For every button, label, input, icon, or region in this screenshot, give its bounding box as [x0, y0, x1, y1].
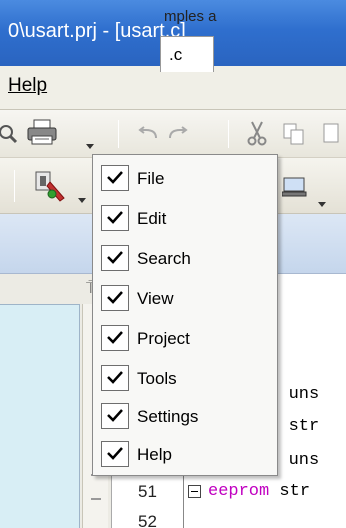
menu-bar: Help — [0, 66, 346, 110]
menu-item-label: Search — [137, 249, 191, 268]
code-rest: str — [278, 417, 320, 436]
redo-icon[interactable] — [166, 126, 190, 142]
code-text: eeprom str — [208, 482, 310, 501]
scroll-grip[interactable] — [91, 474, 101, 500]
toolbar-separator — [228, 120, 229, 148]
menu-item-label: View — [137, 289, 174, 308]
menu-item-help[interactable]: Help — [95, 435, 275, 475]
line-number: 51 — [138, 482, 157, 501]
file-tab-label: .c — [169, 45, 183, 64]
checkbox-checked-icon[interactable] — [101, 285, 129, 311]
menu-item-label: Settings — [137, 407, 199, 426]
tab-usart-c[interactable]: .c — [160, 36, 214, 72]
project-tree[interactable] — [0, 304, 80, 528]
code-rest: uns — [278, 385, 320, 404]
toolbar-separator — [118, 120, 119, 148]
monitor-icon[interactable] — [282, 176, 308, 198]
menu-item-settings[interactable]: Settings — [95, 397, 275, 437]
copy-icon[interactable] — [282, 122, 306, 146]
print-icon[interactable] — [26, 118, 60, 148]
paste-icon[interactable] — [322, 122, 346, 146]
menu-item-label: Help — [137, 445, 172, 464]
build-icon[interactable] — [30, 168, 70, 204]
code-rest: str — [269, 482, 311, 501]
fold-collapse-icon[interactable] — [188, 485, 201, 498]
checkbox-checked-icon[interactable] — [101, 165, 129, 191]
checkbox-checked-icon[interactable] — [101, 245, 129, 271]
menu-help[interactable]: Help — [8, 75, 47, 97]
menu-item-label: Edit — [137, 209, 167, 228]
find-icon[interactable] — [0, 120, 22, 146]
menu-item-label: Project — [137, 329, 190, 348]
menu-item-label: File — [137, 169, 165, 188]
code-keyword: eeprom — [208, 482, 270, 501]
menu-item-edit[interactable]: Edit — [95, 199, 275, 239]
menu-help-label: Help — [8, 75, 48, 96]
checkbox-checked-icon[interactable] — [101, 205, 129, 231]
toolbar-separator — [14, 170, 15, 202]
checkbox-checked-icon[interactable] — [101, 403, 129, 429]
menu-item-file[interactable]: File — [95, 159, 275, 199]
chevron-down-icon[interactable] — [86, 144, 94, 150]
chevron-down-icon[interactable] — [78, 198, 86, 204]
cut-icon[interactable] — [246, 120, 268, 146]
checkbox-checked-icon[interactable] — [101, 441, 129, 467]
code-line[interactable]: 51 eeprom str — [112, 480, 346, 506]
project-path-label: mples a — [164, 8, 217, 25]
menu-item-tools[interactable]: Tools — [95, 359, 275, 399]
menu-item-label: Tools — [137, 369, 177, 388]
code-line[interactable]: 52 — [112, 510, 346, 528]
standard-toolbar — [0, 110, 346, 158]
undo-icon[interactable] — [136, 126, 160, 142]
line-number: 52 — [138, 512, 157, 528]
menu-item-project[interactable]: Project — [95, 319, 275, 359]
toolbar-context-menu: File Edit Search View Project Tools Sett… — [92, 154, 278, 476]
menu-item-search[interactable]: Search — [95, 239, 275, 279]
checkbox-checked-icon[interactable] — [101, 325, 129, 351]
menu-item-view[interactable]: View — [95, 279, 275, 319]
checkbox-checked-icon[interactable] — [101, 365, 129, 391]
chevron-down-icon[interactable] — [318, 202, 326, 208]
code-rest: uns — [278, 451, 320, 470]
